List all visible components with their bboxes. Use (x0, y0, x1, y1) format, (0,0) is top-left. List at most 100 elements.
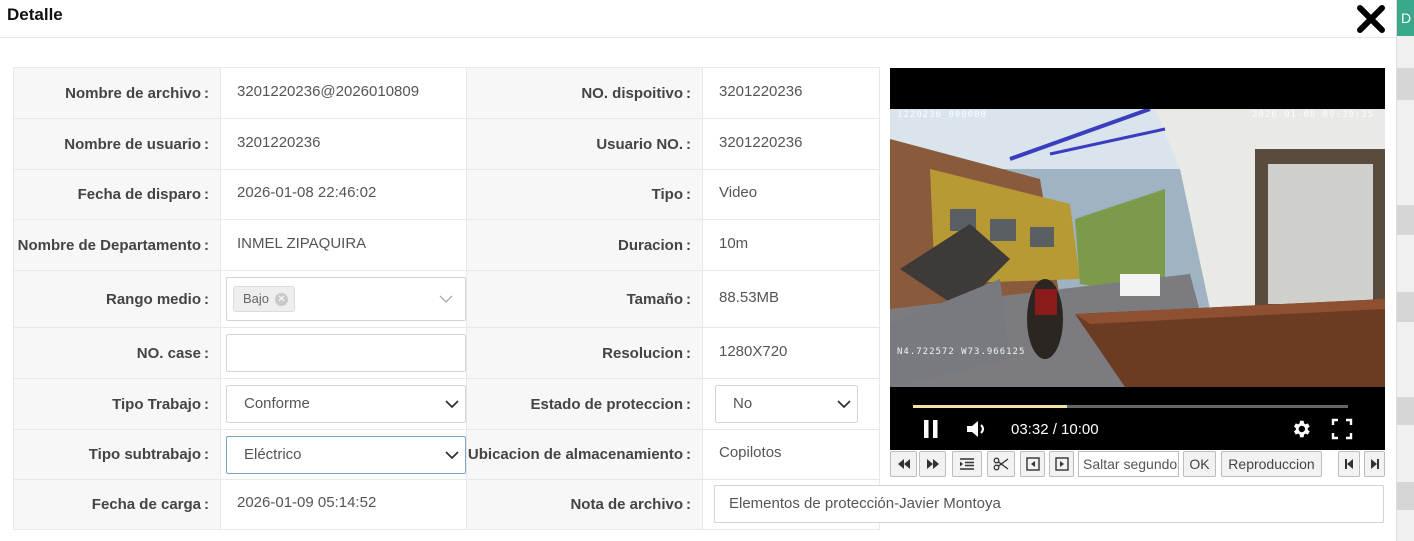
side-block (1397, 292, 1414, 322)
side-block (1397, 482, 1414, 510)
form-row: Nombre de archivo: 3201220236@2026010809… (13, 67, 880, 119)
dialog-header: Detalle (0, 0, 1396, 38)
field-label: NO. case: (13, 327, 221, 379)
fast-forward-icon (926, 459, 939, 469)
size-value: 88.53MB (702, 270, 880, 328)
form-row: Tipo subtrabajo: Eléctrico Ubicacion de … (13, 429, 880, 480)
file-note-input[interactable]: Elementos de protección-Javier Montoya (714, 485, 1384, 523)
form-row: NO. case: Resolucion: 1280X720 (13, 327, 880, 379)
range-tag: Bajo ✕ (233, 286, 296, 312)
prev-frame-icon (1025, 457, 1040, 471)
field-label: Tamaño: (466, 270, 703, 328)
first-button[interactable] (1338, 451, 1360, 477)
field-label: Resolucion: (466, 327, 703, 379)
rewind-icon (897, 459, 910, 469)
chevron-down-icon (445, 450, 459, 459)
department-value: INMEL ZIPAQUIRA (220, 219, 467, 271)
field-label: NO. dispoitivo: (466, 67, 703, 119)
subwork-type-cell: Eléctrico (220, 429, 467, 480)
side-block (1397, 205, 1414, 235)
list-button[interactable] (952, 451, 982, 477)
list-indent-icon (960, 458, 974, 470)
field-label: Ubicacion de almacenamiento: (466, 429, 703, 480)
form-row: Tipo Trabajo: Conforme Estado de protecc… (13, 378, 880, 430)
fullscreen-button[interactable] (1331, 418, 1353, 440)
osd-datetime: 2026-01-08 09:39:35 (1252, 110, 1374, 120)
time-display: 03:32 / 10:00 (1011, 421, 1099, 438)
chevron-down-icon (445, 400, 459, 409)
chevron-down-icon (837, 400, 851, 409)
resolution-value: 1280X720 (702, 327, 880, 379)
ok-button[interactable]: OK (1183, 451, 1216, 477)
work-type-select[interactable]: Conforme (226, 385, 466, 423)
osd-device-id: 1220236_000000 (897, 110, 987, 120)
field-label: Rango medio: (13, 270, 221, 328)
field-label: Duracion: (466, 219, 703, 271)
tag-remove-icon[interactable]: ✕ (275, 292, 289, 306)
playback-button[interactable]: Reproduccion (1221, 451, 1322, 477)
form-row: Fecha de disparo: 2026-01-08 22:46:02 Ti… (13, 169, 880, 220)
fullscreen-icon (1331, 418, 1353, 440)
file-name-value: 3201220236@2026010809 (220, 67, 467, 119)
field-label: Nombre de usuario: (13, 118, 221, 170)
volume-button[interactable] (966, 419, 988, 439)
user-no-value: 3201220236 (702, 118, 880, 170)
protection-select[interactable]: No (715, 385, 858, 423)
field-label: Fecha de disparo: (13, 169, 221, 220)
field-label: Tipo Trabajo: (13, 378, 221, 430)
protection-selected: No (733, 395, 753, 412)
prev-frame-button[interactable] (1020, 451, 1045, 477)
video-player[interactable]: 1220236_000000 2026-01-08 09:39:35 N4.72… (890, 68, 1385, 450)
field-label: Nombre de archivo: (13, 67, 221, 119)
next-frame-button[interactable] (1049, 451, 1074, 477)
scissors-icon (993, 457, 1009, 471)
detail-form: Nombre de archivo: 3201220236@2026010809… (13, 67, 880, 530)
range-multiselect[interactable]: Bajo ✕ (226, 277, 466, 321)
right-side-strip: D (1396, 0, 1414, 541)
fast-forward-button[interactable] (919, 451, 946, 477)
range-tag-label: Bajo (243, 291, 270, 306)
upload-date-value: 2026-01-09 05:14:52 (220, 479, 467, 530)
user-name-value: 3201220236 (220, 118, 467, 170)
subwork-type-select[interactable]: Eléctrico (226, 435, 466, 474)
field-label: Usuario NO.: (466, 118, 703, 170)
form-row: Rango medio: Bajo ✕ Tamaño: 88.53MB (13, 270, 880, 328)
range-cell: Bajo ✕ (220, 270, 467, 328)
pause-button[interactable] (922, 419, 940, 439)
case-input[interactable] (226, 334, 466, 372)
form-row: Nombre de usuario: 3201220236 Usuario NO… (13, 118, 880, 170)
jump-seconds-input[interactable]: Saltar segundos (1078, 451, 1179, 477)
settings-button[interactable] (1290, 418, 1312, 440)
osd-gps: N4.722572 W73.966125 (897, 347, 1026, 357)
chevron-down-icon (439, 295, 453, 303)
cut-button[interactable] (987, 451, 1015, 477)
pause-icon (924, 420, 938, 438)
field-label: Tipo: (466, 169, 703, 220)
next-frame-icon (1054, 457, 1069, 471)
side-block (1397, 68, 1414, 100)
storage-value: Copilotos (702, 429, 880, 480)
skip-end-icon (1370, 459, 1379, 469)
skip-start-icon (1345, 459, 1353, 469)
field-label: Nombre de Departamento: (13, 219, 221, 271)
close-icon (1357, 5, 1385, 33)
rewind-button[interactable] (890, 451, 917, 477)
last-button[interactable] (1364, 451, 1385, 477)
device-no-value: 3201220236 (702, 67, 880, 119)
progress-fill (913, 405, 1067, 408)
field-label: Estado de proteccion: (466, 378, 703, 430)
field-label: Tipo subtrabajo: (13, 429, 221, 480)
gear-icon (1293, 420, 1310, 438)
trigger-date-value: 2026-01-08 22:46:02 (220, 169, 467, 220)
duration-value: 10m (702, 219, 880, 271)
subwork-type-selected: Eléctrico (244, 445, 302, 463)
player-toolbar: Saltar segundos OK Reproduccion (890, 451, 1385, 478)
volume-icon (967, 421, 984, 437)
close-button[interactable] (1356, 4, 1386, 34)
type-value: Video (702, 169, 880, 220)
right-side-tab[interactable]: D (1397, 0, 1414, 36)
work-type-selected: Conforme (244, 395, 310, 412)
side-block (1397, 397, 1414, 425)
case-cell (220, 327, 467, 379)
progress-bar[interactable] (913, 405, 1348, 408)
